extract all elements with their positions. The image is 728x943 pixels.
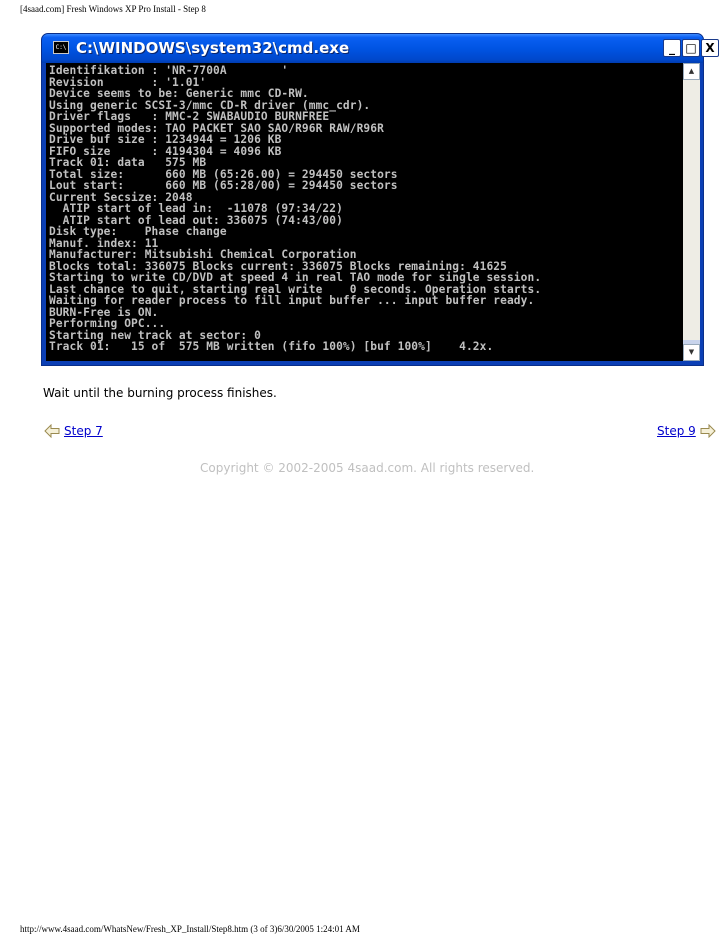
console-line: Track 01: 15 of 575 MB written (fifo 100… (49, 340, 494, 353)
console-line: Lout start: 660 MB (65:28/00) = 294450 s… (49, 179, 398, 192)
close-button[interactable]: X (701, 39, 719, 57)
cmd-window: C:\ C:\WINDOWS\system32\cmd.exe _ □ X Id… (41, 33, 719, 366)
scroll-down-icon: ▼ (688, 348, 695, 356)
console-line: Starting to write CD/DVD at speed 4 in r… (49, 271, 542, 284)
prev-step-link[interactable]: Step 7 (64, 424, 103, 438)
minimize-button[interactable]: _ (663, 39, 681, 57)
copyright-text: Copyright © 2002-2005 4saad.com. All rig… (200, 461, 535, 475)
console-line: Track 01: data 575 MB (49, 156, 207, 169)
scroll-up-button[interactable]: ▲ (683, 63, 700, 80)
window-title: C:\WINDOWS\system32\cmd.exe (76, 39, 350, 57)
title-bar[interactable]: C:\ C:\WINDOWS\system32\cmd.exe _ □ X (42, 34, 719, 63)
print-footer: http://www.4saad.com/WhatsNew/Fresh_XP_I… (20, 924, 360, 934)
scroll-down-button[interactable]: ▼ (683, 344, 700, 361)
vertical-scrollbar[interactable]: ▲ ▼ (683, 63, 700, 361)
console-line: Device seems to be: Generic mmc CD-RW. (49, 87, 309, 100)
arrow-right-icon[interactable] (700, 424, 716, 438)
close-icon: X (705, 41, 715, 55)
next-step-link[interactable]: Step 9 (657, 424, 696, 438)
cmd-icon: C:\ (53, 41, 69, 54)
scroll-up-icon: ▲ (688, 67, 695, 75)
console-output[interactable]: Identifikation : 'NR-7700A ' Revision : '… (46, 63, 683, 361)
arrow-left-icon[interactable] (44, 424, 60, 438)
maximize-button[interactable]: □ (682, 39, 700, 57)
next-step-nav[interactable]: Step 9 (657, 423, 716, 439)
console-line: Drive buf size : 1234944 = 1206 KB (49, 133, 282, 146)
console-line: Disk type: Phase change (49, 225, 227, 238)
console-line: Manufacturer: Mitsubishi Chemical Corpor… (49, 248, 357, 261)
console-line: Performing OPC... (49, 317, 166, 330)
console-line: ATIP start of lead in: -11078 (97:34/22) (49, 202, 343, 215)
minimize-icon: _ (669, 41, 675, 55)
maximize-icon: □ (685, 41, 697, 55)
console-lines: Identifikation : 'NR-7700A ' Revision : '… (46, 63, 683, 353)
instruction-text: Wait until the burning process finishes. (43, 386, 277, 400)
console-line: Identifikation : 'NR-7700A ' (49, 64, 289, 77)
print-header: [4saad.com] Fresh Windows XP Pro Install… (20, 4, 206, 14)
console-line: Waiting for reader process to fill input… (49, 294, 535, 307)
console-line: Driver flags : MMC-2 SWABAUDIO BURNFREE (49, 110, 330, 123)
prev-step-nav[interactable]: Step 7 (44, 423, 103, 439)
